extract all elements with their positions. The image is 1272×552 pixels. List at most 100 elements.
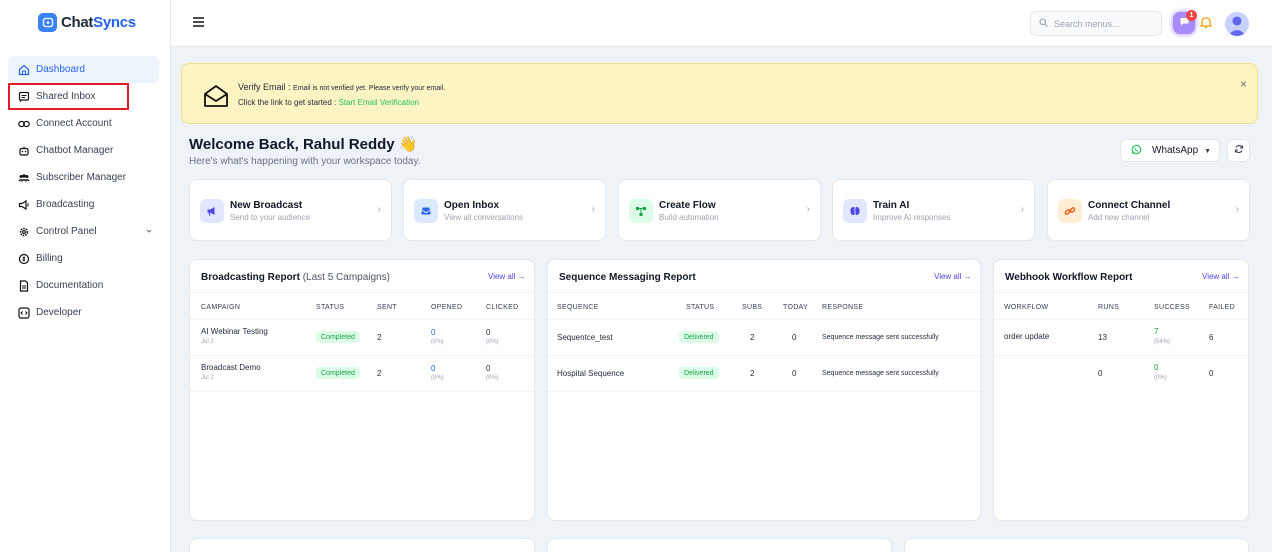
card-title-text: Broadcasting Report (201, 272, 300, 283)
clicked-percent: (0%) (486, 375, 499, 381)
document-icon (18, 279, 30, 292)
sidebar-item-broadcasting[interactable]: Broadcasting (8, 191, 159, 218)
campaign-name: Broadcast Demo (201, 363, 261, 372)
code-icon (18, 306, 30, 319)
sidebar-item-label: Dashboard (36, 64, 85, 75)
quick-action-title: Train AI (873, 200, 910, 211)
chevron-right-icon: › (1235, 204, 1239, 215)
quick-action-connect-channel[interactable]: Connect Channel Add new channel › (1047, 179, 1250, 241)
sidebar: ChatSyncs Dashboard Shared Inbox Connect… (0, 0, 171, 552)
success-percent: (0%) (1154, 375, 1167, 381)
sequence-report-card: Sequence Messaging Report View all → SEQ… (547, 259, 981, 521)
chevron-down-icon[interactable] (145, 227, 153, 238)
sidebar-item-developer[interactable]: Developer (8, 299, 159, 326)
quick-action-create-flow[interactable]: Create Flow Build automation › (618, 179, 821, 241)
sidebar-item-control-panel[interactable]: Control Panel (8, 218, 159, 245)
failed-count: 0 (1209, 369, 1214, 378)
sidebar-item-connect-account[interactable]: Connect Account (8, 110, 159, 137)
sidebar-item-shared-inbox[interactable]: Shared Inbox (8, 83, 129, 110)
view-all-link[interactable]: View all → (488, 272, 526, 281)
refresh-button[interactable] (1227, 139, 1250, 162)
quick-action-title: Connect Channel (1088, 200, 1171, 211)
quick-action-subtitle: Send to your audience (230, 213, 311, 222)
quick-action-subtitle: View all conversations (444, 213, 524, 222)
alert-cta-line: Click the link to get started : Start Em… (238, 98, 419, 107)
table-row[interactable]: order update 13 7 (54%) 6 (994, 320, 1248, 356)
column-header: RESPONSE (822, 304, 864, 311)
table-header: WORKFLOW RUNS SUCCESS FAILED (994, 292, 1248, 320)
close-icon[interactable]: × (1240, 77, 1247, 91)
sidebar-item-label: Subscriber Manager (36, 172, 127, 183)
table-row[interactable]: Hospital Sequence Delivered 2 0 Sequence… (548, 356, 980, 392)
sidebar-item-label: Connect Account (36, 118, 112, 129)
sequence-name: Hospital Sequence (557, 369, 625, 378)
opened-count: 0 (431, 364, 436, 373)
status-badge: Completed (316, 367, 360, 379)
quick-action-subtitle: Improve AI responses (873, 213, 951, 222)
column-header: SENT (377, 304, 397, 311)
column-header: TODAY (783, 304, 808, 311)
card-title: Sequence Messaging Report (559, 272, 696, 283)
alert-message: Verify Email : Email is not verified yet… (238, 82, 445, 92)
sidebar-item-label: Broadcasting (36, 199, 95, 210)
table-header: SEQUENCE STATUS SUBS TODAY RESPONSE (548, 292, 980, 320)
notification-badge: 1 (1186, 10, 1197, 21)
success-count: 7 (1154, 327, 1159, 336)
chevron-right-icon: › (591, 204, 595, 215)
page-title: Welcome Back, Rahul Reddy 👋 (189, 135, 417, 153)
sidebar-item-label: Billing (36, 253, 63, 264)
sidebar-item-subscriber-manager[interactable]: Subscriber Manager (8, 164, 159, 191)
sidebar-item-billing[interactable]: Billing (8, 245, 159, 272)
status-badge: Delivered (679, 367, 719, 379)
runs-count: 13 (1098, 333, 1107, 342)
alert-title: Verify Email : (238, 82, 291, 92)
sequence-name: Sequentce_test (557, 333, 613, 342)
megaphone-icon (200, 199, 224, 223)
campaign-date: Jul 2 (201, 339, 214, 345)
clicked-percent: (0%) (486, 339, 499, 345)
page-subtitle: Here's what's happening with your worksp… (189, 156, 421, 167)
quick-action-train-ai[interactable]: Train AI Improve AI responses › (832, 179, 1035, 241)
column-header: FAILED (1209, 304, 1235, 311)
card-title: Broadcasting Report (Last 5 Campaigns) (201, 272, 390, 283)
bottom-card (547, 538, 892, 552)
brand-logo[interactable]: ChatSyncs (38, 13, 136, 32)
view-all-link[interactable]: View all → (1202, 272, 1240, 281)
campaign-date: Jul 2 (201, 375, 214, 381)
sent-count: 2 (377, 333, 382, 342)
sidebar-item-dashboard[interactable]: Dashboard (8, 56, 159, 83)
gear-icon (18, 226, 30, 238)
webhook-report-card: Webhook Workflow Report View all → WORKF… (993, 259, 1249, 521)
table-row[interactable]: Broadcast Demo Jul 2 Completed 2 0 (0%) … (190, 356, 534, 392)
users-icon (18, 172, 30, 184)
opened-percent: (0%) (431, 375, 444, 381)
view-all-link[interactable]: View all → (934, 272, 972, 281)
search-input[interactable]: Search menus... (1030, 11, 1162, 36)
quick-action-open-inbox[interactable]: Open Inbox View all conversations › (403, 179, 606, 241)
column-header: CAMPAIGN (201, 304, 241, 311)
sidebar-item-chatbot-manager[interactable]: Chatbot Manager (8, 137, 159, 164)
topbar: Search menus... 1 (171, 0, 1272, 47)
sidebar-item-documentation[interactable]: Documentation (8, 272, 159, 299)
table-row[interactable]: Sequentce_test Delivered 2 0 Sequence me… (548, 320, 980, 356)
megaphone-icon (18, 199, 30, 211)
avatar[interactable] (1225, 12, 1249, 36)
sidebar-item-label: Chatbot Manager (36, 145, 114, 156)
table-row[interactable]: AI Webinar Testing Jul 2 Completed 2 0 (… (190, 320, 534, 356)
campaign-name: AI Webinar Testing (201, 327, 268, 336)
start-verification-link[interactable]: Start Email Verification (339, 98, 419, 107)
status-badge: Delivered (679, 331, 719, 343)
column-header: SEQUENCE (557, 304, 599, 311)
brand-name: ChatSyncs (61, 14, 136, 31)
column-header: OPENED (431, 304, 463, 311)
menu-icon[interactable] (193, 17, 205, 27)
bell-icon[interactable] (1199, 15, 1213, 32)
channel-select[interactable]: WhatsApp ▼ (1120, 139, 1220, 162)
table-row[interactable]: 0 0 (0%) 0 (994, 356, 1248, 392)
opened-count: 0 (431, 328, 436, 337)
channel-select-value: WhatsApp (1152, 145, 1199, 156)
quick-action-subtitle: Add new channel (1088, 213, 1150, 222)
quick-action-new-broadcast[interactable]: New Broadcast Send to your audience › (189, 179, 392, 241)
alert-cta-prefix: Click the link to get started : (238, 98, 337, 107)
search-placeholder: Search menus... (1054, 18, 1120, 29)
